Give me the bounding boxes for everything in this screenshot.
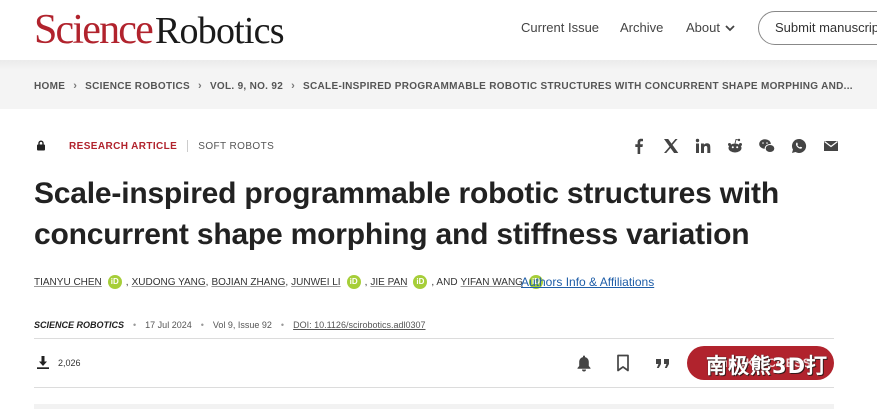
nav-about[interactable]: About (686, 20, 736, 35)
downloads-count: 2,026 (58, 357, 81, 368)
doi-link[interactable]: DOI: 10.1126/scirobotics.adl0307 (293, 320, 425, 330)
journal-name: SCIENCE ROBOTICS (34, 320, 125, 330)
nav-archive[interactable]: Archive (620, 20, 663, 35)
author-name[interactable]: JIE PAN (370, 277, 407, 288)
orcid-icon[interactable]: iD (346, 275, 361, 289)
author-separator: , (205, 276, 209, 288)
author-separator: , AND (431, 276, 458, 288)
email-icon[interactable] (815, 137, 847, 155)
breadcrumb: HOME › SCIENCE ROBOTICS › VOL. 9, NO. 92… (34, 80, 853, 92)
quote-icon[interactable] (653, 353, 673, 373)
watermark-text: 南极熊3D打 (706, 354, 829, 378)
article-title: Scale-inspired programmable robotic stru… (34, 177, 779, 251)
breadcrumb-journal[interactable]: SCIENCE ROBOTICS (85, 81, 190, 92)
submit-manuscript-button[interactable]: Submit manuscript (758, 11, 877, 45)
bell-icon[interactable] (574, 353, 594, 373)
breadcrumb-home[interactable]: HOME (34, 81, 65, 92)
reddit-icon[interactable] (719, 137, 751, 155)
divider (34, 338, 834, 339)
wechat-icon[interactable] (751, 137, 783, 155)
author-name[interactable]: XUDONG YANG (132, 277, 206, 288)
divider (187, 140, 189, 152)
logo-robotics-text: Robotics (155, 10, 285, 52)
article-type: RESEARCH ARTICLE (69, 140, 178, 152)
logo-science-text: Science (34, 7, 154, 53)
publication-info: SCIENCE ROBOTICS • 17 Jul 2024 • Vol 9, … (34, 320, 426, 330)
chevron-right-icon: › (73, 80, 78, 92)
chevron-down-icon (725, 24, 735, 31)
authors-affiliations-link[interactable]: Authors Info & Affiliations (521, 275, 654, 289)
breadcrumb-issue[interactable]: VOL. 9, NO. 92 (210, 81, 283, 92)
bookmark-icon[interactable] (613, 353, 633, 373)
dot-separator: • (280, 320, 285, 330)
author-list: TIANYU CHEN iD , XUDONG YANG , BOJIAN ZH… (34, 275, 547, 289)
volume-issue[interactable]: Vol 9, Issue 92 (213, 320, 272, 330)
article-subject[interactable]: SOFT ROBOTS (198, 141, 274, 152)
breadcrumb-band: HOME › SCIENCE ROBOTICS › VOL. 9, NO. 92… (0, 60, 877, 109)
divider (34, 387, 834, 388)
content-strip (34, 404, 834, 409)
author-name[interactable]: JUNWEI LI (291, 277, 340, 288)
share-bar (623, 137, 847, 155)
dot-separator: • (200, 320, 204, 330)
site-header: Science Robotics Current Issue Archive A… (0, 0, 877, 60)
article-type-row: RESEARCH ARTICLE SOFT ROBOTS (69, 140, 274, 152)
download-icon (37, 356, 49, 369)
publication-date: 17 Jul 2024 (145, 320, 192, 330)
chevron-right-icon: › (291, 80, 296, 92)
orcid-icon[interactable]: iD (107, 275, 122, 289)
lock-icon (37, 140, 45, 151)
dot-separator: • (133, 320, 137, 330)
author-separator: , (285, 276, 289, 288)
linkedin-icon[interactable] (687, 137, 719, 155)
x-icon[interactable] (655, 137, 687, 155)
chevron-right-icon: › (197, 80, 202, 92)
breadcrumb-article: SCALE-INSPIRED PROGRAMMABLE ROBOTIC STRU… (303, 80, 853, 92)
author-separator: , (364, 276, 368, 288)
science-robotics-logo[interactable]: Science Robotics (34, 6, 285, 54)
author-separator: , (125, 276, 129, 288)
author-name[interactable]: BOJIAN ZHANG (211, 277, 285, 288)
author-name[interactable]: YIFAN WANG (461, 277, 523, 288)
downloads-metric[interactable]: 2,026 (37, 356, 81, 369)
facebook-icon[interactable] (623, 137, 655, 155)
whatsapp-icon[interactable] (783, 137, 815, 155)
author-name[interactable]: TIANYU CHEN (34, 277, 102, 288)
nav-current-issue[interactable]: Current Issue (521, 20, 599, 35)
nav-about-label: About (686, 20, 720, 35)
orcid-icon[interactable]: iD (413, 275, 428, 289)
